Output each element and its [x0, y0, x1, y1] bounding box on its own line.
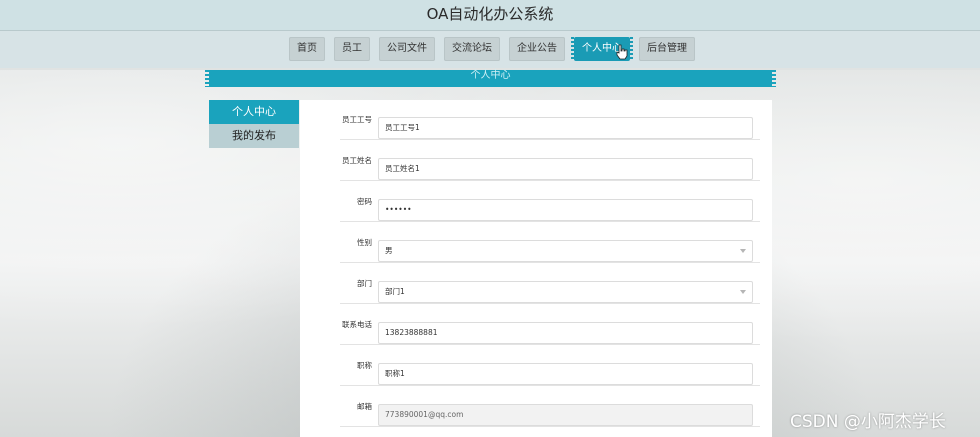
employee-id-label: 员工工号	[342, 115, 372, 124]
nav-item-employees[interactable]: 员工	[334, 37, 370, 61]
gender-label: 性别	[357, 238, 372, 247]
form-row-phone: 联系电话 13823888881	[300, 305, 772, 345]
email-field[interactable]: 773890001@qq.com	[378, 404, 753, 426]
row-divider	[340, 262, 760, 263]
gender-select[interactable]: 男	[378, 240, 753, 262]
department-value: 部门1	[385, 287, 405, 296]
gender-value: 男	[385, 246, 393, 255]
form-row-email: 邮箱 773890001@qq.com	[300, 387, 772, 427]
password-field[interactable]: ••••••	[378, 199, 753, 221]
form-row-department: 部门 部门1	[300, 264, 772, 304]
employee-id-field[interactable]: 员工工号1	[378, 117, 753, 139]
nav-item-admin[interactable]: 后台管理	[639, 37, 695, 61]
form-row-employee-name: 员工姓名 员工姓名1	[300, 141, 772, 181]
sidebar-item-personal-center[interactable]: 个人中心	[209, 100, 299, 124]
job-title-field[interactable]: 职称1	[378, 363, 753, 385]
phone-field[interactable]: 13823888881	[378, 322, 753, 344]
hand-pointer-icon	[616, 44, 628, 60]
email-label: 邮箱	[357, 402, 372, 411]
row-divider	[340, 344, 760, 345]
department-label: 部门	[357, 279, 372, 288]
nav-item-company-files[interactable]: 公司文件	[379, 37, 435, 61]
chevron-down-icon	[740, 249, 746, 253]
row-divider	[340, 303, 760, 304]
app-title: OA自动化办公系统	[426, 5, 554, 23]
department-select[interactable]: 部门1	[378, 281, 753, 303]
watermark: CSDN @小阿杰学长	[790, 412, 946, 432]
nav-item-home[interactable]: 首页	[289, 37, 325, 61]
profile-form: 员工工号 员工工号1 员工姓名 员工姓名1 密码 •••••• 性别 男 部门 …	[300, 100, 772, 437]
form-row-job-title: 职称 职称1	[300, 346, 772, 386]
form-row-gender: 性别 男	[300, 223, 772, 263]
sidebar-item-my-posts[interactable]: 我的发布	[209, 124, 299, 148]
nav-item-forum[interactable]: 交流论坛	[444, 37, 500, 61]
password-label: 密码	[357, 197, 372, 206]
job-title-label: 职称	[357, 361, 372, 370]
page-heading: 个人中心	[205, 70, 776, 87]
form-row-employee-id: 员工工号 员工工号1	[300, 100, 772, 140]
row-divider	[340, 426, 760, 427]
sidebar: 个人中心 我的发布	[209, 100, 299, 148]
row-divider	[340, 139, 760, 140]
chevron-down-icon	[740, 290, 746, 294]
nav-item-announcements[interactable]: 企业公告	[509, 37, 565, 61]
top-header: OA自动化办公系统	[0, 0, 980, 31]
phone-label: 联系电话	[342, 320, 372, 329]
employee-name-field[interactable]: 员工姓名1	[378, 158, 753, 180]
row-divider	[340, 385, 760, 386]
form-row-password: 密码 ••••••	[300, 182, 772, 222]
employee-name-label: 员工姓名	[342, 156, 372, 165]
main-nav: 首页 员工 公司文件 交流论坛 企业公告 个人中心 后台管理	[0, 31, 980, 68]
row-divider	[340, 221, 760, 222]
row-divider	[340, 180, 760, 181]
